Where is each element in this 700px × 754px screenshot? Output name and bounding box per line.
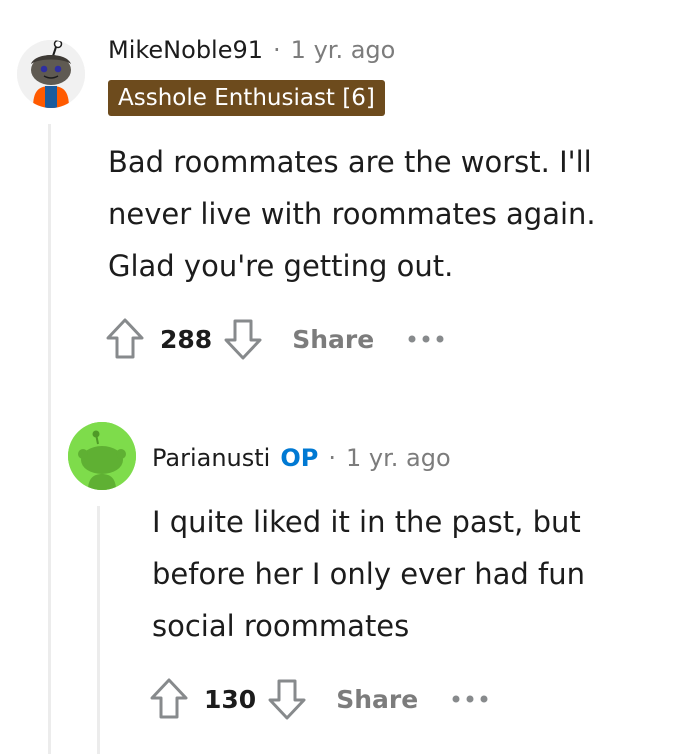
share-button[interactable]: Share [336, 685, 418, 714]
snoo-avatar-icon [68, 422, 136, 490]
upvote-arrow-icon[interactable] [104, 316, 146, 362]
thread-line-collapse[interactable] [48, 124, 51, 754]
vote-score: 288 [160, 324, 213, 354]
reply-actions: 130 Share [148, 674, 490, 724]
meta-separator: · [328, 444, 336, 472]
upvote-arrow-icon[interactable] [148, 676, 190, 722]
reply-body-line: before her I only ever had fun [152, 557, 585, 591]
reply-user-avatar[interactable] [68, 422, 136, 490]
more-options-icon[interactable] [450, 693, 490, 705]
vote-score: 130 [204, 684, 257, 714]
username-link[interactable]: Parianusti [152, 444, 270, 472]
comment-body: Bad roommates are the worst. I'll never … [108, 136, 678, 292]
user-flair: Asshole Enthusiast [6] [108, 80, 385, 116]
username-link[interactable]: MikeNoble91 [108, 36, 263, 64]
comment-actions: 288 Share [104, 314, 446, 364]
meta-separator: · [273, 36, 281, 64]
reply-body: I quite liked it in the past, but before… [152, 496, 682, 652]
comment-body-line: Glad you're getting out. [108, 249, 454, 283]
downvote-arrow-icon[interactable] [266, 676, 308, 722]
reply-thread-line-collapse[interactable] [97, 506, 100, 754]
user-avatar[interactable] [17, 40, 85, 108]
more-options-icon[interactable] [406, 333, 446, 345]
reply-meta: Parianusti OP · 1 yr. ago [152, 438, 451, 478]
share-button[interactable]: Share [292, 325, 374, 354]
downvote-arrow-icon[interactable] [222, 316, 264, 362]
timestamp[interactable]: 1 yr. ago [291, 36, 396, 64]
reply-body-line: social roommates [152, 609, 410, 643]
comment-body-line: Bad roommates are the worst. I'll [108, 145, 592, 179]
timestamp[interactable]: 1 yr. ago [346, 444, 451, 472]
op-badge: OP [280, 444, 319, 472]
comment-body-line: never live with roommates again. [108, 197, 596, 231]
reply-body-line: I quite liked it in the past, but [152, 505, 581, 539]
comment-meta: MikeNoble91 · 1 yr. ago [108, 30, 395, 70]
snoo-avatar-icon [17, 40, 85, 108]
